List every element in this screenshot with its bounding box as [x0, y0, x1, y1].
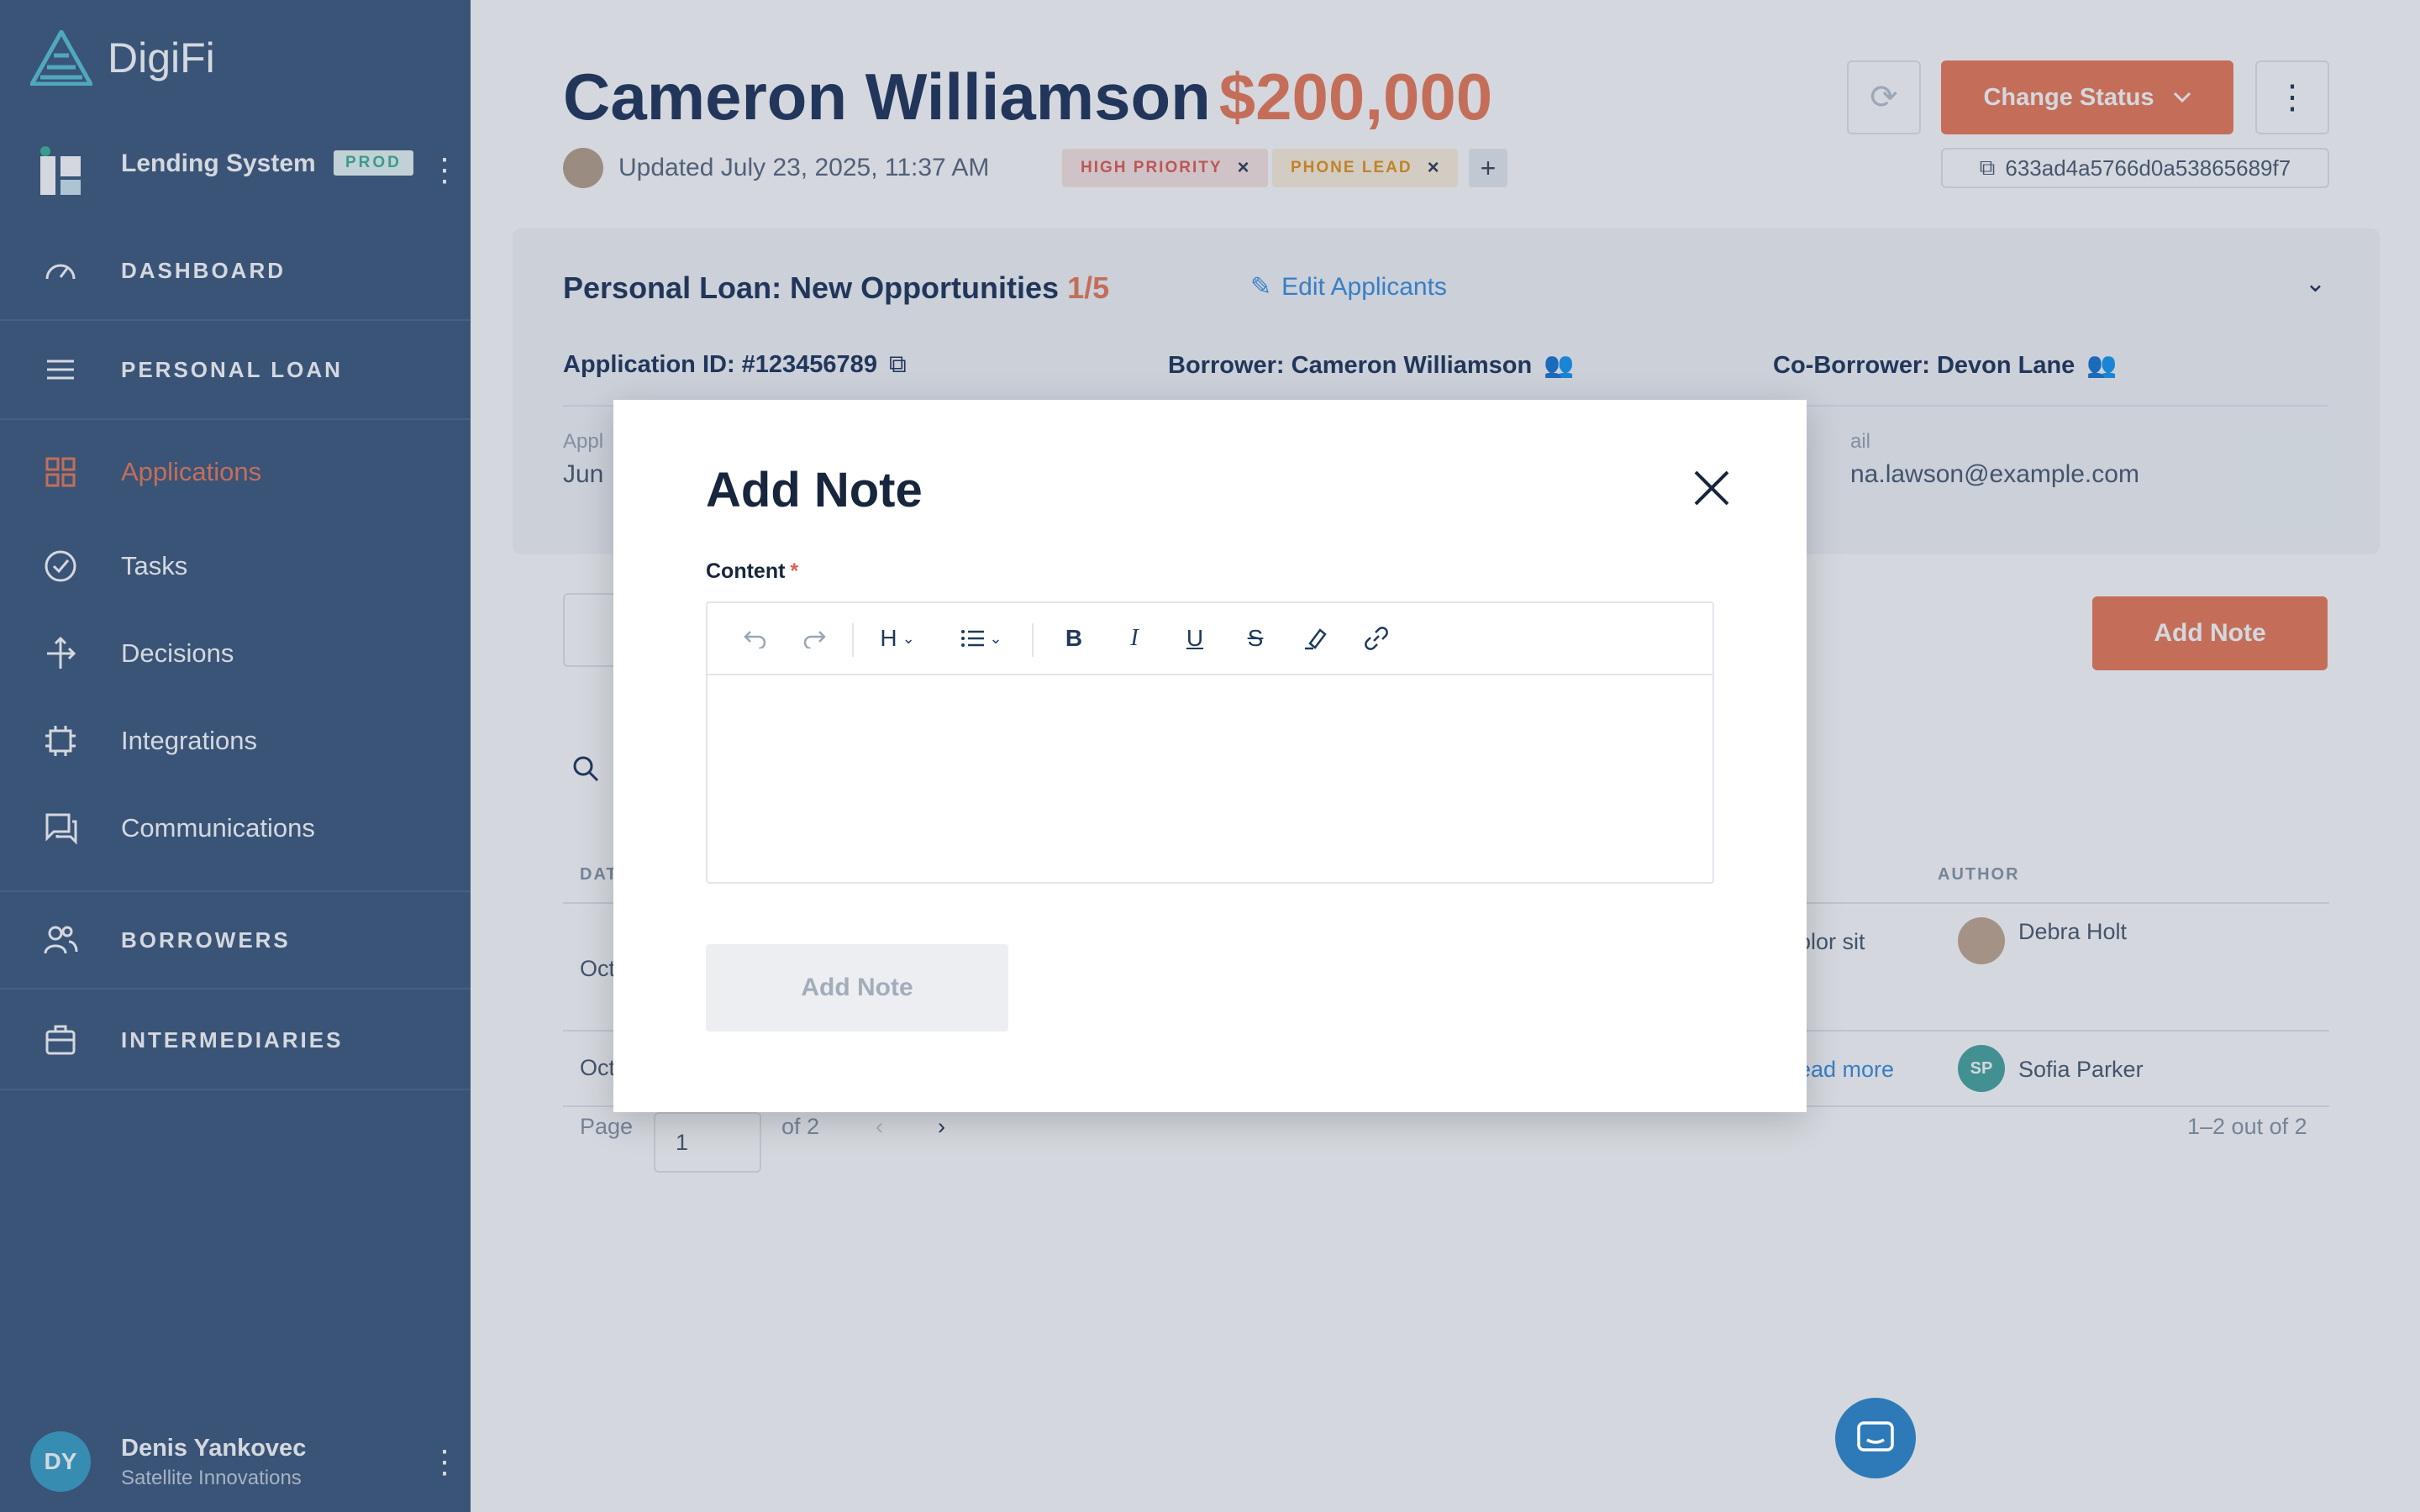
required-mark: * — [790, 559, 799, 583]
content-label-text: Content — [706, 559, 786, 583]
content-label: Content * — [706, 559, 798, 584]
redo-icon[interactable] — [798, 622, 832, 655]
list-dropdown[interactable]: ⌄ — [956, 622, 1007, 655]
note-content-input[interactable] — [708, 675, 1712, 882]
chevron-down-icon: ⌄ — [902, 629, 915, 647]
underline-icon[interactable]: U — [1178, 622, 1212, 655]
modal-title: Add Note — [706, 463, 923, 517]
heading-label: H — [880, 625, 897, 651]
bold-icon[interactable]: B — [1057, 622, 1091, 655]
rich-text-editor: H ⌄ ⌄ B I U S — [706, 601, 1714, 884]
chat-widget-button[interactable] — [1835, 1398, 1916, 1478]
add-note-modal: Add Note Content * H ⌄ ⌄ B I U S Add Not… — [613, 400, 1807, 1112]
heading-dropdown[interactable]: H ⌄ — [872, 622, 923, 655]
italic-icon[interactable]: I — [1118, 622, 1151, 655]
link-icon[interactable] — [1360, 622, 1393, 655]
editor-toolbar: H ⌄ ⌄ B I U S — [708, 603, 1712, 675]
undo-icon[interactable] — [738, 622, 771, 655]
strikethrough-icon[interactable]: S — [1239, 622, 1272, 655]
modal-add-note-button[interactable]: Add Note — [706, 944, 1008, 1032]
chat-bubble-icon — [1857, 1421, 1894, 1452]
list-icon — [961, 630, 985, 647]
highlight-icon[interactable] — [1299, 622, 1333, 655]
toolbar-separator — [1032, 623, 1034, 657]
close-icon[interactable] — [1692, 469, 1731, 507]
toolbar-separator — [852, 623, 854, 657]
chevron-down-icon: ⌄ — [989, 629, 1002, 647]
